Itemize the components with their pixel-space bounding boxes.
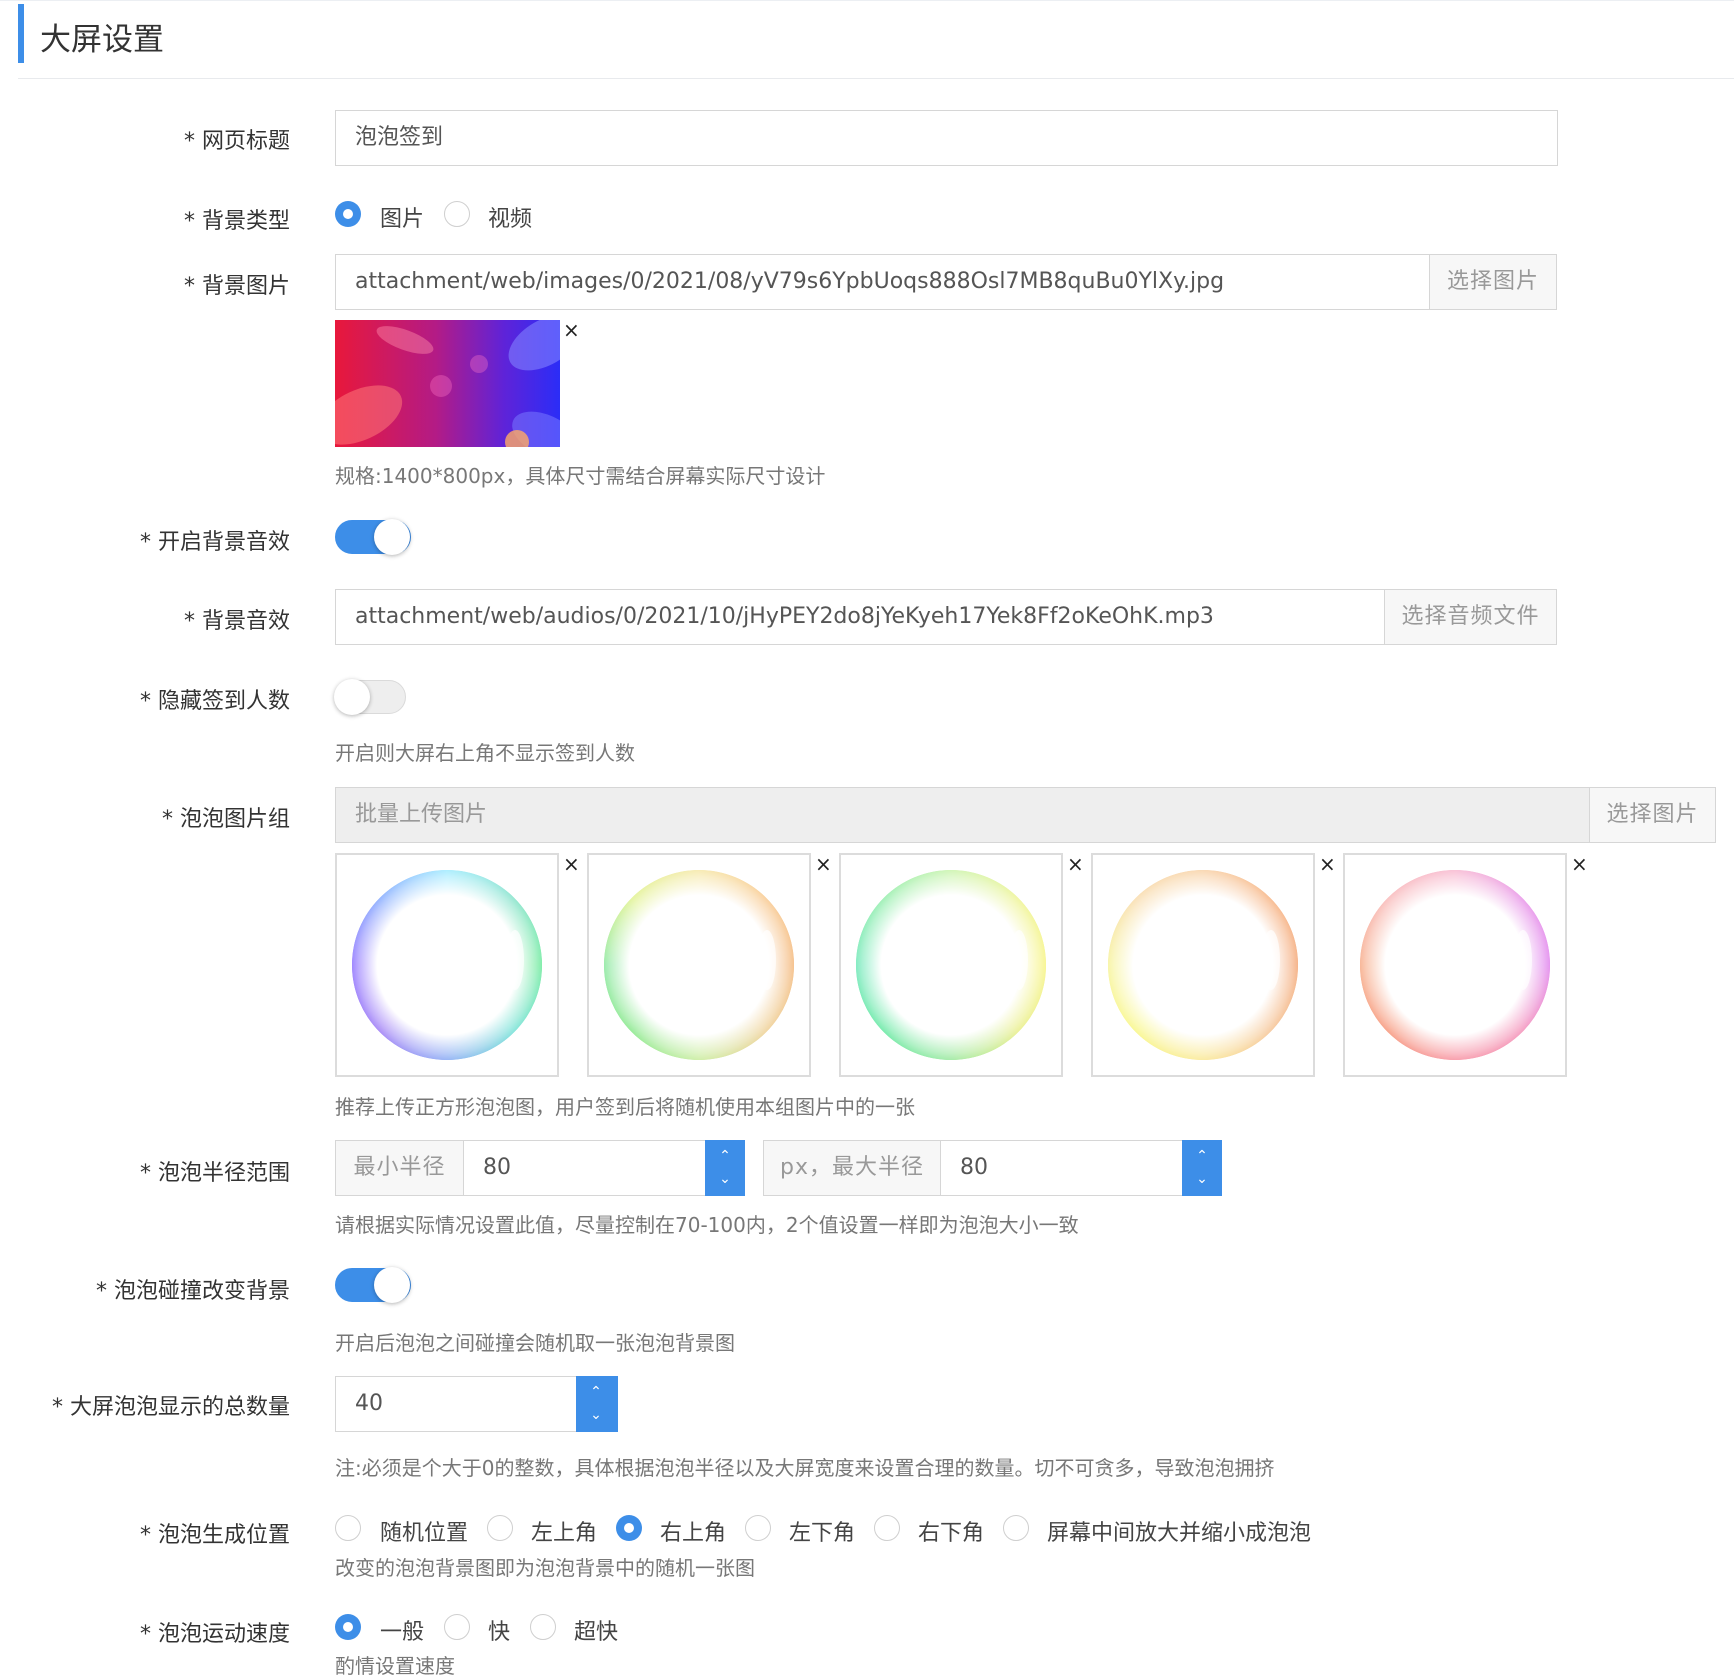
radius-max-addon: px，最大半径 <box>763 1140 941 1196</box>
total-input[interactable]: 40 <box>335 1376 577 1432</box>
bg-type-video-label[interactable]: 视频 <box>488 201 532 233</box>
chevron-up-icon[interactable]: ⌃ <box>705 1149 745 1163</box>
speed-normal-label[interactable]: 一般 <box>380 1614 424 1646</box>
toggle-knob <box>334 679 370 715</box>
title-accent-bar <box>18 4 24 63</box>
bubble-2-remove-icon[interactable]: × <box>815 854 832 874</box>
chevron-down-icon[interactable]: ⌄ <box>705 1172 745 1186</box>
toggle-knob <box>374 519 410 555</box>
bubble-green-orange-icon <box>604 870 794 1060</box>
speed-normal-radio[interactable] <box>335 1614 361 1640</box>
bubble-image-4 <box>1091 853 1315 1077</box>
bubble-orange-pink-icon <box>1360 870 1550 1060</box>
bubble-3-remove-icon[interactable]: × <box>1067 854 1084 874</box>
bubble-images-input[interactable]: 批量上传图片 <box>335 787 1590 843</box>
bubble-4-remove-icon[interactable]: × <box>1319 854 1336 874</box>
position-bottom-right-label[interactable]: 右下角 <box>918 1515 984 1547</box>
bubble-shine <box>1514 930 1532 990</box>
top-border <box>0 0 1734 1</box>
position-bottom-left-label[interactable]: 左下角 <box>789 1515 855 1547</box>
total-help: 注:必须是个大于0的整数，具体根据泡泡半径以及大屏宽度来设置合理的数量。切不可贪… <box>335 1456 1275 1480</box>
radius-max-input[interactable]: 80 <box>940 1140 1183 1196</box>
position-random-radio[interactable] <box>335 1515 361 1541</box>
position-center-zoom-label[interactable]: 屏幕中间放大并缩小成泡泡 <box>1047 1515 1311 1547</box>
speed-label: * 泡泡运动速度 <box>140 1622 290 1647</box>
bubble-1-remove-icon[interactable]: × <box>563 854 580 874</box>
position-bottom-left-radio[interactable] <box>745 1515 771 1541</box>
bubble-image-2 <box>587 853 811 1077</box>
bubble-yellow-orange-icon <box>1108 870 1298 1060</box>
bg-type-video-radio[interactable] <box>444 201 470 227</box>
bubble-image-1 <box>335 853 559 1077</box>
position-top-right-label[interactable]: 右上角 <box>660 1515 726 1547</box>
page-title: 大屏设置 <box>40 22 164 58</box>
total-label: * 大屏泡泡显示的总数量 <box>52 1395 290 1420</box>
chevron-up-icon[interactable]: ⌃ <box>576 1385 616 1399</box>
position-center-zoom-radio[interactable] <box>1003 1515 1029 1541</box>
bg-audio-enable-toggle[interactable] <box>335 519 411 555</box>
bg-audio-path-input[interactable]: attachment/web/audios/0/2021/10/jHyPEY2d… <box>335 589 1385 645</box>
bg-image-remove-icon[interactable]: × <box>563 320 580 340</box>
radius-help: 请根据实际情况设置此值，尽量控制在70-100内，2个值设置一样即为泡泡大小一致 <box>335 1213 1079 1237</box>
bubble-shine <box>1010 930 1028 990</box>
position-random-label[interactable]: 随机位置 <box>380 1515 468 1547</box>
position-top-right-radio[interactable] <box>616 1515 642 1541</box>
bg-image-path-input[interactable]: attachment/web/images/0/2021/08/yV79s6Yp… <box>335 254 1430 310</box>
radius-min-stepper[interactable]: ⌃ ⌄ <box>705 1140 745 1196</box>
bg-audio-enable-label: * 开启背景音效 <box>140 530 290 555</box>
bubble-green-yellow-icon <box>856 870 1046 1060</box>
bubble-5-remove-icon[interactable]: × <box>1571 854 1588 874</box>
bg-audio-select-button[interactable]: 选择音频文件 <box>1384 589 1557 645</box>
collide-change-bg-label: * 泡泡碰撞改变背景 <box>96 1279 290 1304</box>
position-top-left-label[interactable]: 左上角 <box>531 1515 597 1547</box>
bubble-images-select-button[interactable]: 选择图片 <box>1589 787 1716 843</box>
position-top-left-radio[interactable] <box>487 1515 513 1541</box>
web-title-input[interactable]: 泡泡签到 <box>335 110 1558 166</box>
bubble-image-5 <box>1343 853 1567 1077</box>
bubble-images-help: 推荐上传正方形泡泡图，用户签到后将随机使用本组图片中的一张 <box>335 1095 915 1119</box>
radius-min-addon: 最小半径 <box>335 1140 464 1196</box>
speed-super-fast-label[interactable]: 超快 <box>574 1614 618 1646</box>
bubble-blue-green-icon <box>352 870 542 1060</box>
speed-fast-label[interactable]: 快 <box>488 1614 510 1646</box>
bubble-shine <box>758 930 776 990</box>
speed-help: 酌情设置速度 <box>335 1654 455 1678</box>
position-bottom-right-radio[interactable] <box>874 1515 900 1541</box>
chevron-down-icon[interactable]: ⌄ <box>576 1408 616 1422</box>
bg-image-help: 规格:1400*800px，具体尺寸需结合屏幕实际尺寸设计 <box>335 464 826 488</box>
title-divider <box>18 78 1734 79</box>
hide-count-toggle[interactable] <box>334 679 406 715</box>
bg-image-thumbnail <box>335 320 560 447</box>
bubble-images-label: * 泡泡图片组 <box>162 807 290 832</box>
bg-type-image-label[interactable]: 图片 <box>380 201 424 233</box>
web-title-label: * 网页标题 <box>184 129 290 154</box>
bg-audio-label: * 背景音效 <box>184 609 290 634</box>
chevron-down-icon[interactable]: ⌄ <box>1182 1172 1222 1186</box>
bg-type-image-radio[interactable] <box>335 201 361 227</box>
bg-image-label: * 背景图片 <box>184 274 290 299</box>
speed-super-fast-radio[interactable] <box>530 1614 556 1640</box>
hide-count-label: * 隐藏签到人数 <box>140 689 290 714</box>
radius-min-input[interactable]: 80 <box>463 1140 706 1196</box>
position-help: 改变的泡泡背景图即为泡泡背景中的随机一张图 <box>335 1556 755 1580</box>
speed-fast-radio[interactable] <box>444 1614 470 1640</box>
collide-change-bg-toggle[interactable] <box>335 1267 411 1303</box>
total-stepper[interactable]: ⌃ ⌄ <box>576 1376 618 1432</box>
bubble-image-3 <box>839 853 1063 1077</box>
bg-type-label: * 背景类型 <box>184 209 290 234</box>
chevron-up-icon[interactable]: ⌃ <box>1182 1149 1222 1163</box>
bubble-shine <box>506 930 524 990</box>
bg-image-select-button[interactable]: 选择图片 <box>1429 254 1557 310</box>
position-label: * 泡泡生成位置 <box>140 1523 290 1548</box>
toggle-knob <box>374 1267 410 1303</box>
collide-change-bg-help: 开启后泡泡之间碰撞会随机取一张泡泡背景图 <box>335 1331 735 1355</box>
bubble-shine <box>1262 930 1280 990</box>
radius-label: * 泡泡半径范围 <box>140 1161 290 1186</box>
hide-count-help: 开启则大屏右上角不显示签到人数 <box>335 741 635 765</box>
radius-max-stepper[interactable]: ⌃ ⌄ <box>1182 1140 1222 1196</box>
